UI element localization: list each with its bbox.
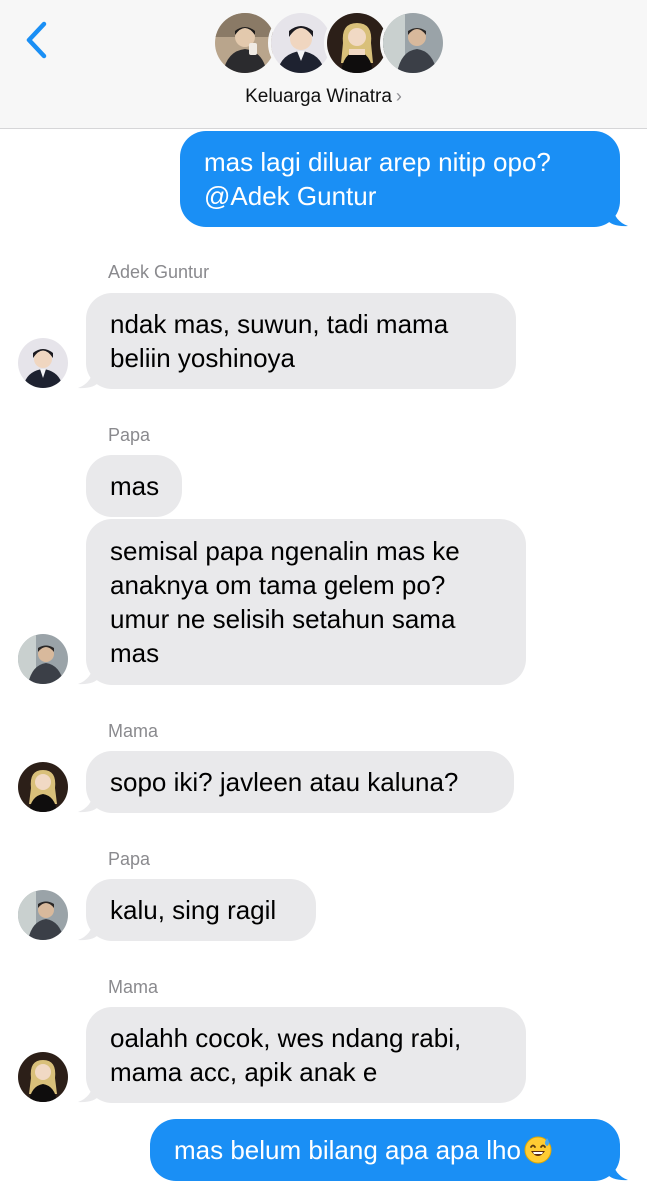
message-bubble-outgoing[interactable]: mas lagi diluar arep nitip opo? @Adek Gu…: [180, 131, 620, 227]
avatar-mama[interactable]: [18, 1052, 68, 1102]
chevron-right-icon: ›: [395, 86, 402, 106]
message-bubble-incoming[interactable]: sopo iki? javleen atau kaluna?: [86, 751, 514, 813]
chat-header: Keluarga Winatra ›: [0, 0, 647, 129]
group-name[interactable]: Keluarga Winatra ›: [0, 86, 647, 108]
sender-name: Mama: [108, 721, 159, 741]
message-line: oalahh cocok, wes ndang rabi,: [110, 1023, 462, 1053]
sender-name: Papa: [108, 425, 151, 445]
group-avatars[interactable]: [212, 10, 446, 80]
message-bubble-incoming[interactable]: ndak mas, suwun, tadi mama beliin yoshin…: [86, 293, 516, 389]
back-button[interactable]: [16, 18, 56, 62]
message-bubble-incoming[interactable]: kalu, sing ragil: [86, 879, 316, 941]
message-line: semisal papa ngenalin mas ke: [110, 536, 460, 566]
avatar-papa[interactable]: [18, 634, 68, 684]
bubble-tail: [78, 791, 100, 813]
sweat-smile-emoji-icon: [524, 1136, 552, 1164]
message-bubble-incoming[interactable]: mas: [86, 455, 182, 517]
avatar-mama[interactable]: [18, 762, 68, 812]
message-line: mas: [110, 638, 160, 668]
bubble-tail: [78, 367, 100, 389]
message-line: beliin yoshinoya: [110, 343, 296, 373]
message-line: @Adek Guntur: [204, 181, 377, 211]
message-bubble-incoming[interactable]: semisal papa ngenalin mas ke anaknya om …: [86, 519, 526, 685]
sender-name: Adek Guntur: [108, 262, 210, 282]
sender-name: Papa: [108, 849, 151, 869]
bubble-tail: [78, 919, 100, 941]
bubble-tail: [606, 205, 628, 227]
avatar-papa[interactable]: [18, 890, 68, 940]
bubble-tail: [78, 663, 100, 685]
message-line: sopo iki? javleen atau kaluna?: [110, 767, 459, 797]
chevron-left-icon: [26, 21, 47, 59]
bubble-tail: [606, 1159, 628, 1181]
message-line: mas lagi diluar arep nitip opo?: [204, 147, 551, 177]
group-name-label: Keluarga Winatra: [245, 86, 392, 107]
message-line: mas: [110, 471, 160, 501]
message-bubble-incoming[interactable]: oalahh cocok, wes ndang rabi, mama acc, …: [86, 1007, 526, 1103]
avatar-adek-guntur[interactable]: [18, 338, 68, 388]
avatar-papa-2: [380, 10, 446, 76]
message-line: umur ne selisih setahun sama: [110, 604, 456, 634]
message-line: mas belum bilang apa apa lho: [174, 1135, 521, 1165]
message-bubble-outgoing[interactable]: mas belum bilang apa apa lho: [150, 1119, 620, 1181]
message-line: anaknya om tama gelem po?: [110, 570, 446, 600]
bubble-tail: [78, 1081, 100, 1103]
message-line: kalu, sing ragil: [110, 895, 277, 925]
sender-name: Mama: [108, 977, 159, 997]
message-line: ndak mas, suwun, tadi mama: [110, 309, 449, 339]
message-line: mama acc, apik anak e: [110, 1057, 378, 1087]
